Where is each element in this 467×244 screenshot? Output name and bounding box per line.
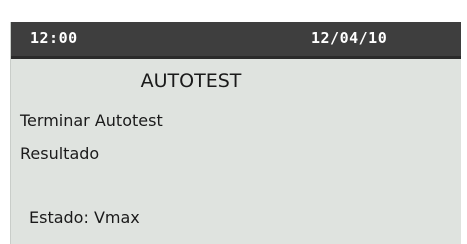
- menu-item-terminar-autotest[interactable]: Terminar Autotest: [20, 111, 163, 131]
- status-label: Estado: Vmax: [29, 208, 140, 227]
- status-bar: 12:00 12/04/10: [11, 22, 461, 59]
- menu-item-resultado[interactable]: Resultado: [20, 144, 99, 164]
- screen-title: AUTOTEST: [140, 70, 242, 92]
- device-screen: 12:00 12/04/10 AUTOTEST Terminar Autotes…: [10, 22, 461, 244]
- status-time: 12:00: [30, 29, 78, 47]
- status-date: 12/04/10: [311, 29, 388, 47]
